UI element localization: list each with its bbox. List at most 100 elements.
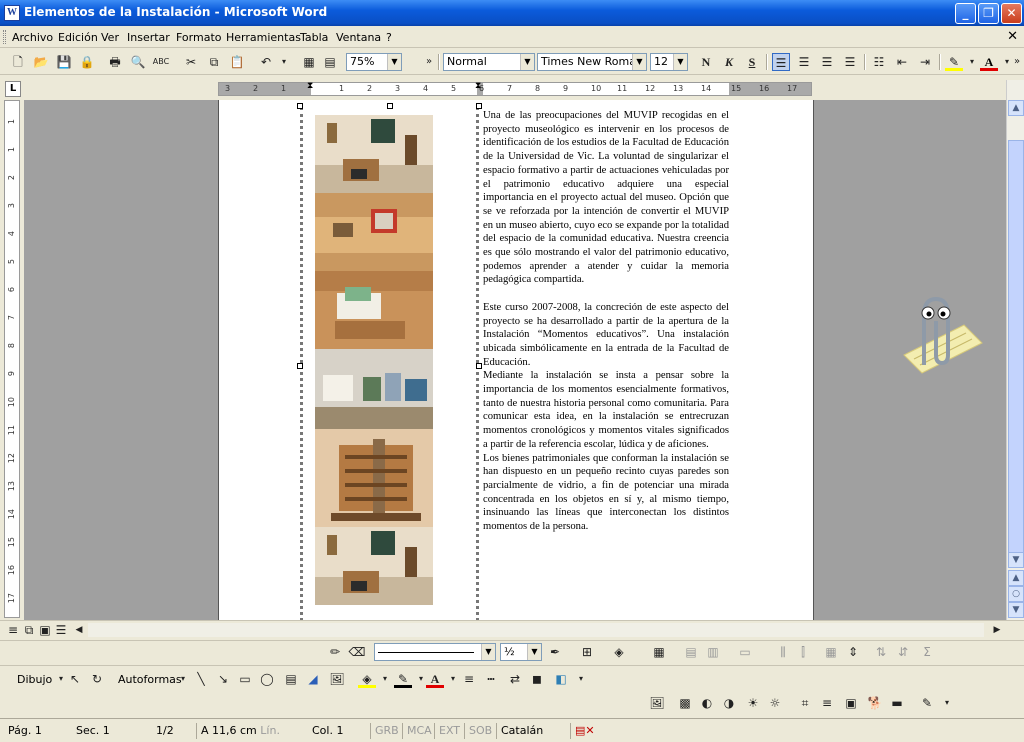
paragraph[interactable]: Los bienes patrimoniales que conforman l…: [483, 452, 729, 534]
distribute-columns-icon[interactable]: ⫿: [794, 643, 812, 661]
outline-view-icon[interactable]: ☰: [52, 621, 70, 639]
menu-formato[interactable]: Formato: [176, 31, 222, 44]
font-color-icon[interactable]: A: [980, 53, 998, 71]
vertical-scrollbar[interactable]: ▲ ▼ ▲ ○ ▼: [1006, 80, 1024, 620]
menu-grip[interactable]: [3, 30, 6, 44]
print-icon[interactable]: 🖶: [106, 53, 124, 71]
status-grb[interactable]: GRB: [370, 723, 399, 739]
copy-icon[interactable]: ⧉: [205, 53, 223, 71]
close-button[interactable]: ✕: [1001, 3, 1022, 24]
chevron-down-icon[interactable]: ▼: [673, 54, 687, 70]
justify-icon[interactable]: ☰: [841, 53, 859, 71]
text-wrap-icon[interactable]: 🐕: [866, 694, 884, 712]
spelling-status-icon[interactable]: ▤✕: [570, 723, 612, 739]
style-combo[interactable]: Normal ▼: [443, 53, 535, 71]
paste-icon[interactable]: 📋: [228, 53, 246, 71]
next-page-icon[interactable]: ▼: [1008, 602, 1024, 618]
horizontal-scroll-track[interactable]: [88, 623, 984, 637]
chevron-down-icon[interactable]: ▼: [387, 54, 401, 70]
resize-handle[interactable]: [476, 363, 482, 369]
font-color-icon[interactable]: A: [426, 670, 444, 688]
underline-button[interactable]: S: [743, 53, 761, 71]
eraser-icon[interactable]: ⌫: [348, 643, 366, 661]
line-icon[interactable]: ╲: [192, 670, 210, 688]
photo-open-drawer[interactable]: [315, 193, 433, 271]
minimize-button[interactable]: _: [955, 3, 976, 24]
highlight-icon[interactable]: ✎: [945, 53, 963, 71]
rectangle-icon[interactable]: ▭: [236, 670, 254, 688]
wordart-icon[interactable]: ◢: [304, 670, 322, 688]
new-document-icon[interactable]: 🗋: [9, 53, 27, 71]
insert-table-icon[interactable]: ▦: [650, 643, 668, 661]
horizontal-ruler[interactable]: 3 2 1 1 2 3 4 5 6 7 8 9 10 11 12 13 14 1…: [218, 81, 812, 96]
sort-ascending-icon[interactable]: ⇅: [872, 643, 890, 661]
format-picture-icon[interactable]: ▬: [888, 694, 906, 712]
menu-ventana[interactable]: Ventana: [336, 31, 381, 44]
dibujo-menu[interactable]: Dibujo: [17, 673, 52, 686]
border-color-icon[interactable]: ✒: [546, 643, 564, 661]
draw-table-icon[interactable]: ▦: [300, 53, 318, 71]
chevron-down-icon[interactable]: ▼: [632, 54, 646, 70]
toolbar-overflow-icon[interactable]: »: [420, 53, 438, 71]
paragraph[interactable]: Este curso 2007-2008, la concreción de e…: [483, 301, 729, 370]
align-right-icon[interactable]: ☰: [818, 53, 836, 71]
insert-table-icon[interactable]: ▤: [321, 53, 339, 71]
more-contrast-icon[interactable]: ◐: [698, 694, 716, 712]
photo-classroom-corner-2[interactable]: [315, 527, 433, 605]
chevron-down-icon[interactable]: ▾: [938, 694, 956, 712]
text-direction-icon[interactable]: ⇕: [844, 643, 862, 661]
status-ext[interactable]: EXT: [434, 723, 460, 739]
arrow-icon[interactable]: ↘: [214, 670, 232, 688]
shadow-icon[interactable]: ◼: [528, 670, 546, 688]
clip-art-icon[interactable]: 🖼: [328, 670, 346, 688]
shading-icon[interactable]: ◈: [610, 643, 628, 661]
chevron-down-icon[interactable]: ▼: [481, 644, 495, 660]
paragraph[interactable]: Una de las preocupaciones del MUVIP reco…: [483, 109, 729, 287]
indent-marker-icon[interactable]: ⧗: [307, 81, 313, 91]
toolbar-overflow-icon[interactable]: »: [1008, 53, 1024, 71]
restore-button[interactable]: ❐: [978, 3, 999, 24]
decrease-indent-icon[interactable]: ⇤: [893, 53, 911, 71]
draw-border-pencil-icon[interactable]: ✏: [326, 643, 344, 661]
chevron-down-icon[interactable]: ▾: [572, 670, 590, 688]
resize-handle[interactable]: [297, 103, 303, 109]
bullets-icon[interactable]: ☷: [870, 53, 888, 71]
more-brightness-icon[interactable]: ☀: [744, 694, 762, 712]
insert-picture-icon[interactable]: 🖼: [648, 694, 666, 712]
borders-icon[interactable]: ⊞: [578, 643, 596, 661]
line-color-icon[interactable]: ✎: [394, 670, 412, 688]
resize-handle[interactable]: [476, 103, 482, 109]
color-icon[interactable]: ▩: [676, 694, 694, 712]
chevron-down-icon[interactable]: ▾: [174, 670, 192, 688]
document-area[interactable]: Una de las preocupaciones del MUVIP reco…: [24, 100, 1006, 620]
distribute-rows-icon[interactable]: ⫼: [774, 643, 792, 661]
menu-ayuda[interactable]: ?: [386, 31, 392, 44]
less-brightness-icon[interactable]: ☼: [766, 694, 784, 712]
chevron-down-icon[interactable]: ▼: [520, 54, 534, 70]
browse-object-icon[interactable]: ○: [1008, 586, 1024, 602]
rotate-icon[interactable]: ↻: [88, 670, 106, 688]
autosum-icon[interactable]: Σ: [918, 643, 936, 661]
photo-drawer-book[interactable]: [315, 271, 433, 349]
menu-archivo[interactable]: Archivo: [12, 31, 53, 44]
title-bar[interactable]: W Elementos de la Instalación - Microsof…: [0, 0, 1024, 26]
photo-abacus[interactable]: [315, 429, 433, 527]
document-text[interactable]: Una de las preocupaciones del MUVIP reco…: [483, 109, 729, 534]
scroll-left-icon[interactable]: ◀: [70, 621, 88, 639]
vertical-ruler[interactable]: 1 1 2 3 4 5 6 7 8 9 10 11 12 13 14 15 16…: [4, 100, 20, 618]
resize-handle[interactable]: [387, 103, 393, 109]
permission-icon[interactable]: 🔒: [78, 53, 96, 71]
resize-handle[interactable]: [297, 363, 303, 369]
cut-icon[interactable]: ✂: [182, 53, 200, 71]
menu-herramientas[interactable]: Herramientas: [226, 31, 301, 44]
split-cells-icon[interactable]: ▥: [704, 643, 722, 661]
bold-button[interactable]: N: [697, 53, 715, 71]
oval-icon[interactable]: ◯: [258, 670, 276, 688]
highlight-dropdown-icon[interactable]: ▾: [963, 53, 981, 71]
font-combo[interactable]: Times New Roman ▼: [537, 53, 647, 71]
menu-tabla[interactable]: Tabla: [300, 31, 328, 44]
image-frame[interactable]: [297, 103, 482, 620]
scroll-right-icon[interactable]: ▶: [988, 621, 1006, 639]
dash-style-icon[interactable]: ┅: [482, 670, 500, 688]
paragraph[interactable]: Mediante la instalación se insta a pensa…: [483, 369, 729, 451]
